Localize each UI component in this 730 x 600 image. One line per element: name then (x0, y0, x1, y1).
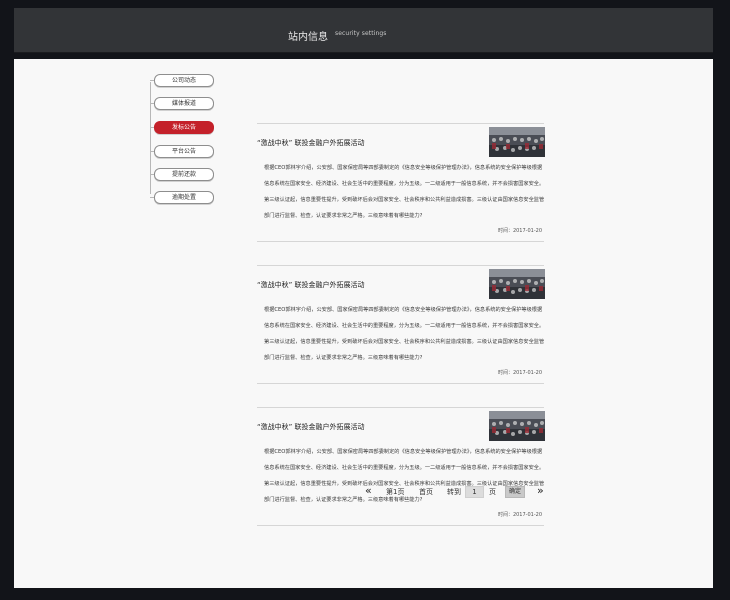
page-subtitle: security settings (335, 30, 387, 37)
goto-page-input[interactable]: 1 (465, 486, 484, 498)
article-time: 时间：2017-01-20 (497, 228, 542, 234)
article-thumbnail[interactable] (489, 269, 545, 299)
article-title[interactable]: “激战中秋” 联投金融户外拓展活动 (257, 138, 364, 148)
prev-page-icon[interactable]: « (365, 485, 372, 497)
article-thumbnail[interactable] (489, 127, 545, 157)
article-summary: 根据CEO郭林宇介绍，公安部、国家保密局等四部委制定的《信息安全等级保护管理办法… (264, 165, 545, 219)
divider (257, 407, 544, 408)
divider (257, 525, 544, 526)
article-summary: 根据CEO郭林宇介绍，公安部、国家保密局等四部委制定的《信息安全等级保护管理办法… (264, 449, 545, 503)
article-time: 时间：2017-01-20 (497, 370, 542, 376)
sidebar-item-overdue[interactable]: 逾期处置 (154, 191, 214, 204)
sidebar-timeline (150, 82, 151, 194)
group-photo-image (489, 411, 545, 441)
group-photo-image (489, 269, 545, 299)
sidebar-item-platform-notice[interactable]: 平台公告 (154, 145, 214, 158)
article-time: 时间：2017-01-20 (497, 512, 542, 518)
sidebar-nav: 公司动态 媒体报道 发标公告 平台公告 提前还款 逾期处置 (150, 70, 230, 210)
divider (257, 265, 544, 266)
page-title: 站内信息 (288, 32, 328, 43)
sidebar-item-early-repayment[interactable]: 提前还款 (154, 168, 214, 181)
sidebar-item-bid-notice[interactable]: 发标公告 (154, 121, 214, 134)
first-page-link[interactable]: 首页 (419, 487, 433, 497)
confirm-button[interactable]: 确定 (505, 486, 525, 498)
sidebar-item-media[interactable]: 媒体报道 (154, 97, 214, 110)
article-thumbnail[interactable] (489, 411, 545, 441)
divider (257, 383, 544, 384)
group-photo-image (489, 127, 545, 157)
article-summary: 根据CEO郭林宇介绍，公安部、国家保密局等四部委制定的《信息安全等级保护管理办法… (264, 307, 545, 361)
next-page-icon[interactable]: » (537, 485, 544, 497)
top-header-bar: 站内信息 security settings (14, 8, 713, 53)
divider (257, 123, 544, 124)
article-title[interactable]: “激战中秋” 联投金融户外拓展活动 (257, 422, 364, 432)
sidebar-item-company-news[interactable]: 公司动态 (154, 74, 214, 87)
divider (257, 241, 544, 242)
goto-label: 转到 (447, 488, 461, 496)
article-title[interactable]: “激战中秋” 联投金融户外拓展活动 (257, 280, 364, 290)
current-page-label: 第1页 (386, 488, 405, 496)
page-unit-label: 页 (489, 488, 496, 496)
